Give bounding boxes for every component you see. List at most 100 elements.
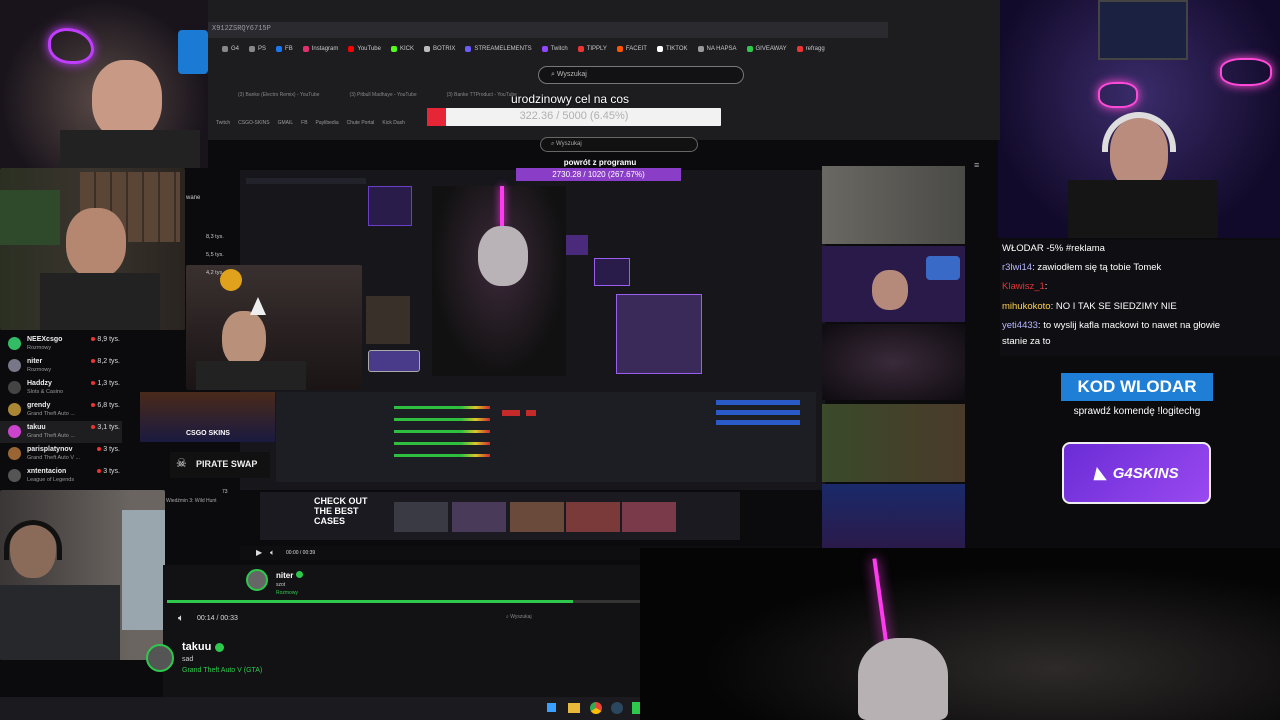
folder-icon[interactable] <box>568 703 580 713</box>
chat-username[interactable]: r3lwi14 <box>1002 262 1032 273</box>
return-goal-bar: 2730.28 / 1020 (267.67%) <box>516 168 681 181</box>
case-item[interactable] <box>566 502 620 532</box>
bookmark-label: TIPPLY <box>586 46 607 52</box>
source-thumb-1[interactable] <box>368 186 412 226</box>
bookmark-item[interactable]: refragg <box>796 46 825 52</box>
steam-icon[interactable] <box>611 702 623 714</box>
inner-bookmark[interactable]: Chute Portal <box>347 120 375 130</box>
bookmark-label: NA HAPSA <box>706 46 737 52</box>
bookmark-item[interactable]: YouTube <box>348 46 381 52</box>
source-thumb-2[interactable] <box>366 296 410 344</box>
player-search[interactable]: ⌕ Wyszukaj <box>506 614 606 626</box>
volume-icon[interactable]: 🔈︎ <box>270 548 275 558</box>
case-item[interactable] <box>510 502 564 532</box>
followed-channel-item[interactable]: xntentacion League of Legends 3 tys. <box>0 465 122 487</box>
bookmark-item[interactable]: Instagram <box>302 46 338 52</box>
panther-icon: ◣ <box>1094 465 1107 482</box>
audio-meter <box>394 418 490 421</box>
record-button[interactable] <box>526 410 536 416</box>
bookmark-item[interactable]: STREAMELEMENTS <box>465 46 532 52</box>
side-count: 4,2 tys. <box>206 270 224 276</box>
viewer-count: 6,8 tys. <box>91 402 120 409</box>
bookmark-item[interactable]: Twitch <box>541 46 568 52</box>
chrome-icon[interactable] <box>590 702 602 714</box>
channel-name[interactable]: niter <box>276 571 293 580</box>
search-input[interactable]: ⌕ Wyszukaj <box>538 66 744 84</box>
source-thumb-6[interactable] <box>616 294 702 374</box>
bookmark-item[interactable]: GIVEAWAY <box>746 46 787 52</box>
panther-logo-icon <box>48 28 94 64</box>
inner-bookmark[interactable]: GMAIL <box>278 120 294 130</box>
streamer-game[interactable]: Grand Theft Auto V (GTA) <box>182 667 262 674</box>
inner-search-input[interactable]: ⌕ Wyszukaj <box>540 137 698 152</box>
bookmark-item[interactable]: NA HAPSA <box>697 46 737 52</box>
audio-meter <box>394 430 490 433</box>
source-thumb-4[interactable] <box>566 235 588 255</box>
inner-bookmark[interactable]: FB <box>301 120 307 130</box>
channel-avatar <box>8 337 21 350</box>
kod-wlodar-banner: KOD WLODAR <box>1061 373 1213 401</box>
followed-channel-item[interactable]: Haddzy Slots & Casino 1,3 tys. <box>0 377 122 399</box>
inner-tab[interactable]: (3) Pitbull Madhaye - YouTube <box>350 92 417 104</box>
volume-icon[interactable]: 🔈︎ <box>178 613 184 624</box>
streamer-cam-left-2 <box>0 168 185 330</box>
inner-tab[interactable]: (3) Banke TTProduct - YouTube <box>447 92 517 104</box>
followed-channel-item[interactable]: NEEXcsgo Rozmowy 8,9 tys. <box>0 333 122 355</box>
inner-bookmark[interactable]: Paylibedia <box>316 120 339 130</box>
bookmark-item[interactable]: TIPPLY <box>577 46 607 52</box>
controls-button[interactable] <box>716 410 800 415</box>
streamer-name[interactable]: takuu <box>182 641 211 653</box>
channel-avatar[interactable] <box>246 569 268 591</box>
audio-meter <box>394 406 490 409</box>
channel-game[interactable]: Rozmowy <box>276 590 298 596</box>
chat-username[interactable]: Klawisz_1 <box>1002 281 1045 292</box>
chat-username[interactable]: yeti4433 <box>1002 320 1038 331</box>
followed-channel-item[interactable]: parisplatynov Grand Theft Auto V ... 3 tys… <box>0 443 122 465</box>
case-item[interactable] <box>452 502 506 532</box>
channel-name: xntentacion <box>27 468 67 475</box>
hamburger-icon[interactable]: ≡ <box>974 160 979 170</box>
followed-channel-item[interactable]: takuu Grand Theft Auto ... 3,1 tys. <box>0 421 122 443</box>
streamer-avatar[interactable] <box>146 644 174 672</box>
bookmark-item[interactable]: KICK <box>390 46 414 52</box>
windows-start-icon[interactable] <box>546 702 557 713</box>
monitor <box>1098 0 1188 60</box>
chat-username[interactable]: mihukokoto <box>1002 301 1051 312</box>
bookmark-item[interactable]: FB <box>276 46 293 52</box>
address-bar[interactable]: X912ZSRQY6715P <box>208 22 888 38</box>
source-thumb-5[interactable] <box>594 258 630 286</box>
play-icon[interactable]: ▶ <box>256 548 262 557</box>
app-icon[interactable] <box>632 702 640 714</box>
side-frame-badge: 73 <box>222 489 228 495</box>
source-thumb-3[interactable] <box>368 350 420 372</box>
shirt <box>60 130 200 168</box>
bookmark-icon <box>656 46 663 52</box>
shirt <box>196 361 306 390</box>
bookmark-item[interactable]: G4 <box>222 46 239 52</box>
inner-bookmark[interactable]: Kick Dash <box>382 120 405 130</box>
bookmark-item[interactable]: FACEIT <box>616 46 647 52</box>
inner-bookmark[interactable]: CSGO-SKINS <box>238 120 269 130</box>
search-placeholder: Wyszukaj <box>510 614 532 620</box>
cam-room-2 <box>822 404 965 482</box>
bookmark-icon <box>302 46 309 52</box>
case-item[interactable] <box>622 502 676 532</box>
channel-avatar <box>8 403 21 416</box>
window <box>122 510 165 630</box>
case-item[interactable] <box>394 502 448 532</box>
inner-bookmark[interactable]: Twitch <box>216 120 230 130</box>
controls-button[interactable] <box>716 400 800 405</box>
csgo-skins-banner: CSGO SKINS <box>140 392 275 442</box>
bookmark-item[interactable]: PS <box>249 46 266 52</box>
controls-button[interactable] <box>716 420 800 425</box>
bookmark-item[interactable]: TIKTOK <box>656 46 688 52</box>
chat-text: : NO I TAK SE SIEDZIMY NIE <box>1050 301 1177 312</box>
followed-channel-item[interactable]: grendy Grand Theft Auto ... 6,8 tys. <box>0 399 122 421</box>
inner-tab[interactable]: (3) Banke (Electro Remix) - YouTube <box>238 92 320 104</box>
stream-button[interactable] <box>502 410 520 416</box>
followed-channels-list: NEEXcsgo Rozmowy 8,9 tys. niter Rozmowy 8,2 t… <box>0 333 122 483</box>
chat-username[interactable]: WŁODAR <box>1002 243 1044 254</box>
followed-channel-item[interactable]: niter Rozmowy 8,2 tys. <box>0 355 122 377</box>
viewer-count-text: 3,1 tys. <box>97 424 120 431</box>
bookmark-item[interactable]: BOTRIX <box>423 46 455 52</box>
